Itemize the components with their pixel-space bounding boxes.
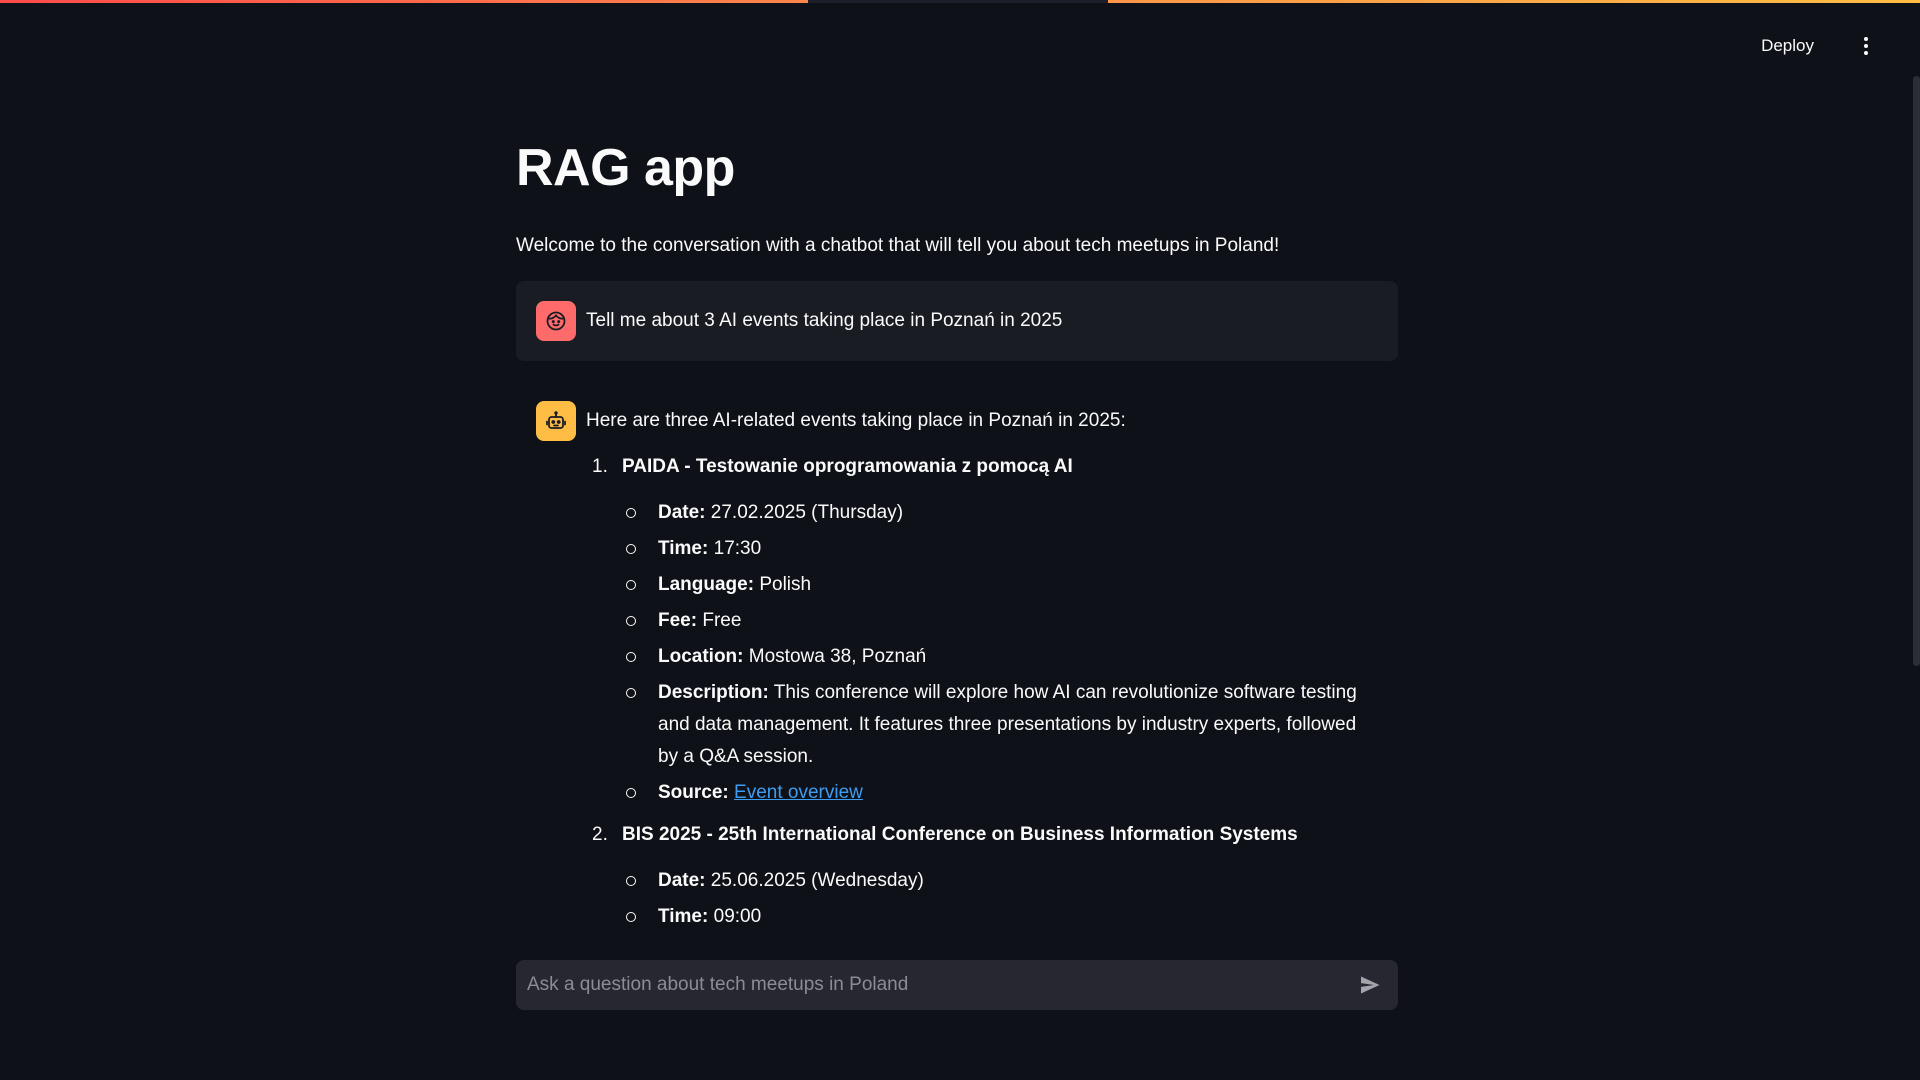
- robot-icon: [536, 400, 576, 441]
- kebab-menu-icon[interactable]: [1850, 30, 1882, 62]
- send-icon[interactable]: [1348, 963, 1392, 1007]
- event-item: 1. PAIDA - Testowanie oprogramowania z p…: [586, 451, 1378, 809]
- detail-location: Location: Mostowa 38, Poznań: [622, 641, 1378, 673]
- page-title: RAG app: [516, 139, 735, 197]
- detail-value: 27.02.2025 (Thursday): [710, 501, 904, 523]
- assistant-message: Here are three AI-related events taking …: [516, 383, 1398, 937]
- assistant-lead-text: Here are three AI-related events taking …: [586, 409, 1126, 431]
- app-header: Deploy: [0, 0, 1920, 92]
- event-title: PAIDA - Testowanie oprogramowania z pomo…: [622, 455, 1073, 477]
- assistant-message-body: Here are three AI-related events taking …: [586, 401, 1378, 937]
- detail-label: Date:: [658, 869, 706, 891]
- detail-label: Time:: [658, 905, 709, 927]
- detail-description: Description: This conference will explor…: [622, 677, 1378, 773]
- event-title: BIS 2025 - 25th International Conference…: [622, 823, 1298, 845]
- detail-time: Time: 17:30: [622, 533, 1378, 565]
- event-details: Date: 25.06.2025 (Wednesday) Time: 09:00: [622, 865, 1378, 933]
- intro-text: Welcome to the conversation with a chatb…: [516, 235, 1280, 257]
- detail-label: Location:: [658, 645, 744, 667]
- detail-label: Language:: [658, 573, 755, 595]
- detail-value: Free: [702, 609, 742, 631]
- event-details: Date: 27.02.2025 (Thursday) Time: 17:30 …: [622, 497, 1378, 809]
- main-content: RAG app Welcome to the conversation with…: [516, 139, 1398, 937]
- events-list: 1. PAIDA - Testowanie oprogramowania z p…: [586, 451, 1378, 933]
- event-item: 2. BIS 2025 - 25th International Confere…: [586, 819, 1378, 933]
- detail-label: Source:: [658, 781, 729, 803]
- detail-value: 17:30: [713, 537, 762, 559]
- detail-label: Description:: [658, 681, 769, 703]
- user-message-text: Tell me about 3 AI events taking place i…: [586, 309, 1063, 331]
- detail-date: Date: 27.02.2025 (Thursday): [622, 497, 1378, 529]
- detail-label: Time:: [658, 537, 709, 559]
- detail-value: 25.06.2025 (Wednesday): [710, 869, 924, 891]
- chat-input[interactable]: [516, 960, 1348, 1010]
- detail-value: Mostowa 38, Poznań: [748, 645, 927, 667]
- detail-value: Polish: [759, 573, 812, 595]
- event-overview-link[interactable]: Event overview: [734, 782, 863, 803]
- detail-value: 09:00: [713, 905, 762, 927]
- detail-language: Language: Polish: [622, 569, 1378, 601]
- user-face-icon: [536, 300, 576, 341]
- detail-label: Fee:: [658, 609, 698, 631]
- scrollbar[interactable]: [1913, 76, 1920, 666]
- event-number: 1.: [592, 455, 608, 477]
- detail-source: Source: Event overview: [622, 777, 1378, 809]
- chat-input-container: [516, 960, 1398, 1010]
- detail-time: Time: 09:00: [622, 901, 1378, 933]
- detail-fee: Fee: Free: [622, 605, 1378, 637]
- detail-label: Date:: [658, 501, 706, 523]
- detail-date: Date: 25.06.2025 (Wednesday): [622, 865, 1378, 897]
- user-message: Tell me about 3 AI events taking place i…: [516, 280, 1398, 361]
- event-number: 2.: [592, 823, 608, 845]
- deploy-button[interactable]: Deploy: [1751, 30, 1824, 62]
